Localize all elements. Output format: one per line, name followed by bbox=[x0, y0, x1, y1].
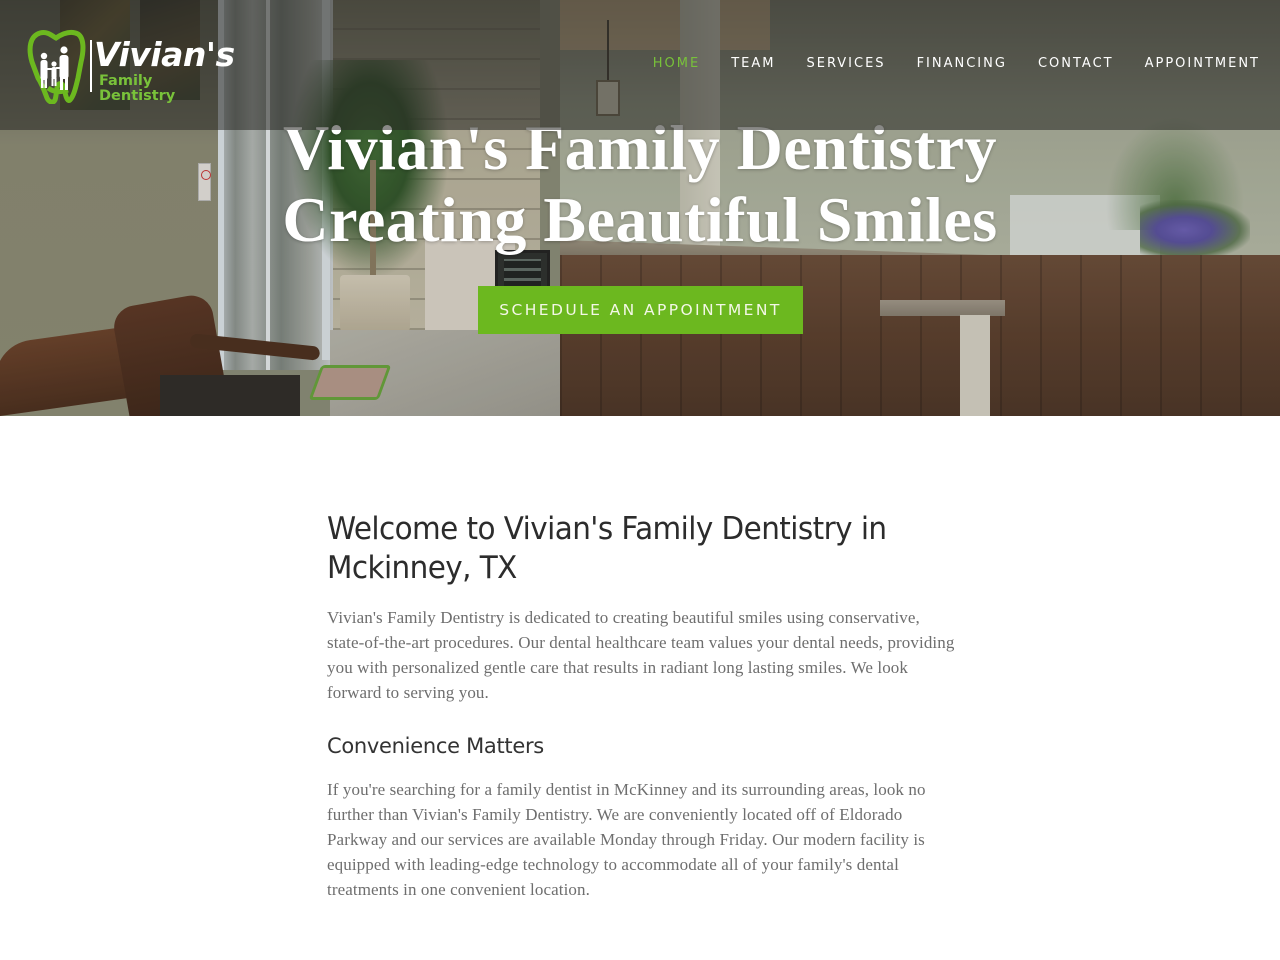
nav-contact[interactable]: CONTACT bbox=[1007, 55, 1114, 73]
logo-name: Vivian's bbox=[94, 35, 235, 74]
welcome-paragraph: Vivian's Family Dentistry is dedicated t… bbox=[327, 608, 955, 702]
nav-financing[interactable]: FINANCING bbox=[886, 55, 1007, 73]
main-navigation: HOME TEAM SERVICES FINANCING CONTACT APP… bbox=[622, 55, 1260, 73]
hero-title-line-2: Creating Beautiful Smiles bbox=[282, 184, 998, 255]
nav-home[interactable]: HOME bbox=[622, 55, 700, 73]
schedule-appointment-button[interactable]: SCHEDULE AN APPOINTMENT bbox=[478, 286, 803, 334]
logo-subtitle: Family Dentistry bbox=[99, 73, 176, 104]
site-logo[interactable]: Vivian's Family Dentistry bbox=[26, 28, 235, 108]
nav-team[interactable]: TEAM bbox=[700, 55, 775, 73]
logo-divider bbox=[90, 40, 92, 92]
convenience-heading: Convenience Matters bbox=[327, 734, 544, 758]
main-content: Welcome to Vivian's Family Dentistry in … bbox=[327, 510, 957, 902]
nav-services[interactable]: SERVICES bbox=[776, 55, 886, 73]
tooth-family-icon bbox=[27, 29, 86, 104]
convenience-paragraph: If you're searching for a family dentist… bbox=[327, 780, 926, 899]
welcome-heading: Welcome to Vivian's Family Dentistry in … bbox=[327, 511, 887, 586]
site-header: Vivian's Family Dentistry HOME TEAM SERV… bbox=[0, 0, 1280, 130]
hero-title: Vivian's Family Dentistry Creating Beaut… bbox=[0, 112, 1280, 256]
nav-appointment[interactable]: APPOINTMENT bbox=[1114, 55, 1260, 73]
